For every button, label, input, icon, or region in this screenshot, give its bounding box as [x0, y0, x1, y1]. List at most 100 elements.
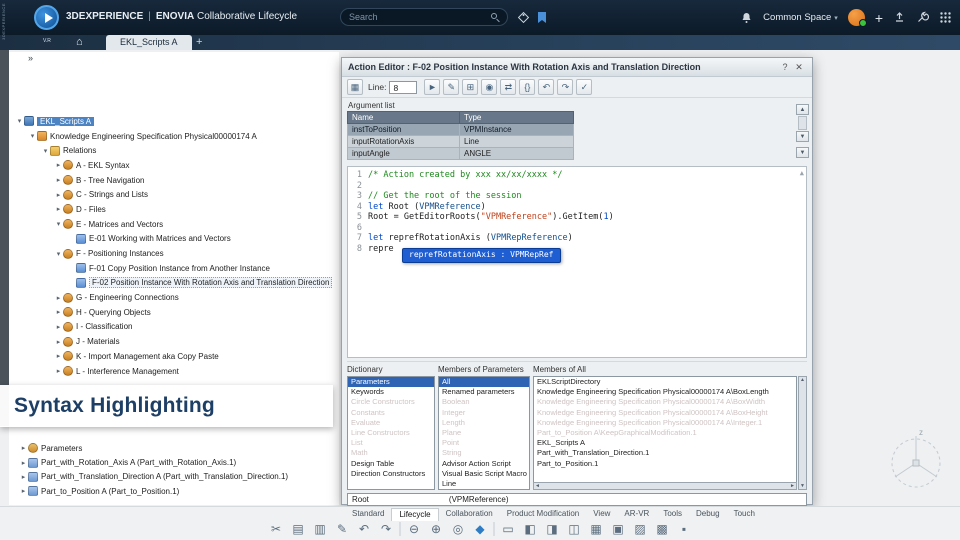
list-item[interactable]: Keywords [348, 387, 434, 397]
list-item[interactable]: All [439, 377, 529, 388]
tree-item[interactable]: ▸ I - Classification [9, 320, 339, 335]
selected-member-field[interactable]: Root (VPMReference) [347, 493, 807, 507]
brush-icon[interactable]: ✎ [334, 521, 351, 538]
list-item[interactable]: Knowledge Engineering Specification Phys… [534, 418, 796, 428]
list-item[interactable]: Line Constructors [348, 428, 434, 438]
left-panel-strip[interactable] [0, 50, 9, 426]
list-item[interactable]: Direction Constructors [348, 469, 434, 479]
code-line[interactable]: 7 let reprefRotationAxis (VPMRepReference… [348, 233, 806, 244]
tree-item[interactable]: ▸ C - Strings and Lists [9, 187, 339, 202]
argument-row[interactable]: inputRotationAxis Line [347, 135, 574, 148]
tree-item[interactable]: ▾ Knowledge Engineering Specification Phy… [9, 129, 339, 144]
list-item[interactable]: Part_with_Translation_Direction.1 [534, 448, 796, 458]
expand-arrow-icon[interactable]: ▸ [54, 323, 63, 331]
search-icon[interactable] [491, 13, 500, 23]
column-header[interactable]: Name [347, 111, 460, 124]
argument-row[interactable]: inputAngle ANGLE [347, 147, 574, 160]
tree-item[interactable]: ▸ G - Engineering Connections [9, 290, 339, 305]
tree-item[interactable]: ▸ Part_with_Rotation_Axis A (Part_with_Ro… [13, 455, 339, 469]
list-item[interactable]: List [348, 438, 434, 448]
braces-icon[interactable]: {} [519, 79, 536, 95]
tree-item[interactable]: ▸ Parameters [13, 441, 339, 455]
undo-icon[interactable]: ↶ [356, 521, 373, 538]
tree-item[interactable]: ▸ H - Querying Objects [9, 305, 339, 320]
space-selector[interactable]: Common Space ▾ [763, 12, 838, 23]
list-item[interactable]: Knowledge Engineering Specification Phys… [534, 408, 796, 418]
expand-arrow-icon[interactable]: ▾ [15, 117, 24, 125]
redo-icon[interactable]: ↷ [378, 521, 395, 538]
expand-arrow-icon[interactable]: ▾ [54, 220, 63, 228]
list-item[interactable]: Constants [348, 408, 434, 418]
search-input[interactable]: Search [340, 8, 508, 26]
tree-item[interactable]: ▸ D - Files [9, 202, 339, 217]
argument-row[interactable]: instToPosition VPMInstance [347, 123, 574, 136]
redo-icon[interactable]: ↷ [557, 79, 574, 95]
code-line[interactable]: 1 /* Action created by xxx xx/xx/xxxx */ [348, 170, 806, 181]
home-icon[interactable]: ⌂ [76, 36, 83, 49]
expand-arrow-icon[interactable]: ▸ [19, 487, 28, 495]
table-icon[interactable]: ▦ [347, 79, 363, 95]
code-line[interactable]: 3 // Get the root of the session [348, 191, 806, 202]
list-item[interactable]: EKL_Scripts A [534, 438, 796, 448]
lock-icon[interactable]: ▪ [676, 521, 693, 538]
code-line[interactable]: 6 [348, 223, 806, 234]
list-item[interactable]: Math [348, 448, 434, 458]
autocomplete-popup[interactable]: reprefRotationAxis : VPMRepRef [402, 248, 561, 263]
expand-arrow-icon[interactable]: ▸ [54, 308, 63, 316]
tree-item[interactable]: ▸ A - EKL Syntax [9, 158, 339, 173]
apps-grid-icon[interactable] [939, 11, 952, 24]
tree-item[interactable]: ▸ L - Interference Management [9, 364, 339, 379]
scroll-up-button[interactable]: ▲ [796, 104, 809, 115]
members-params-list[interactable]: All Renamed parameters Boolean Integer Lengt… [438, 376, 530, 491]
code-line[interactable]: 5 Root = GetEditorRoots("VPMReference").G… [348, 212, 806, 223]
list-item[interactable]: Knowledge Engineering Specification Phys… [534, 397, 796, 407]
expand-arrow-icon[interactable]: ▸ [54, 294, 63, 302]
bookmark-icon[interactable] [537, 11, 547, 24]
list-item[interactable]: Evaluate [348, 418, 434, 428]
expand-arrow-icon[interactable]: ▸ [54, 191, 63, 199]
code-editor[interactable]: 1 /* Action created by xxx xx/xx/xxxx */ 2… [347, 166, 807, 358]
members-all-hscrollbar[interactable]: ◄ ► [533, 482, 797, 491]
scroll-track[interactable] [798, 116, 807, 130]
3d-navigation-compass[interactable]: z [880, 423, 950, 498]
tree-item[interactable]: ▸ K - Import Management aka Copy Paste [9, 349, 339, 364]
list-item[interactable]: Plane [439, 428, 529, 438]
check-icon[interactable]: ✓ [576, 79, 593, 95]
paste-icon[interactable]: ▥ [312, 521, 329, 538]
line-number-input[interactable]: 8 [389, 80, 418, 94]
expand-arrow-icon[interactable]: ▾ [54, 250, 63, 258]
split-view-icon[interactable]: ◧ [522, 521, 539, 538]
list-item[interactable]: Line [439, 479, 529, 489]
list-item[interactable]: Part_to_Position A\KeepGraphicalModifica… [534, 428, 796, 438]
cut-icon[interactable]: ✂ [268, 521, 285, 538]
overlay-view-icon[interactable]: ◫ [566, 521, 583, 538]
list-item[interactable]: Knowledge Engineering Specification Phys… [534, 387, 796, 397]
grid-view-icon[interactable]: ▦ [588, 521, 605, 538]
3ds-compass-logo[interactable] [34, 5, 59, 30]
copy-icon[interactable]: ▤ [290, 521, 307, 538]
undo-icon[interactable]: ↶ [538, 79, 555, 95]
expand-arrow-icon[interactable]: ▸ [54, 161, 63, 169]
tree-item[interactable]: E-01 Working with Matrices and Vectors [9, 232, 339, 247]
list-item[interactable]: String [439, 448, 529, 458]
list-item[interactable]: Renamed parameters [439, 387, 529, 397]
wrench-icon[interactable] [916, 11, 929, 24]
expand-arrow-icon[interactable]: ▸ [19, 459, 28, 467]
tree-item[interactable]: ▸ Part_with_Translation_Direction A (Part… [13, 470, 339, 484]
tree-item[interactable]: ▸ J - Materials [9, 334, 339, 349]
add-content-button[interactable]: + [875, 11, 883, 25]
list-item[interactable]: Boolean [439, 397, 529, 407]
frame-icon[interactable]: ▭ [500, 521, 517, 538]
list-item[interactable]: EKLScriptDirectory [534, 377, 796, 387]
table-view-icon[interactable]: ▣ [610, 521, 627, 538]
tree-item[interactable]: F-01 Copy Position Instance from Another… [9, 261, 339, 276]
expand-arrow-icon[interactable]: ▾ [28, 132, 37, 140]
expand-arrow-icon[interactable]: ▸ [54, 176, 63, 184]
notifications-bell-icon[interactable] [740, 11, 753, 24]
zoom-out-icon[interactable]: ⊖ [406, 521, 423, 538]
edit-icon[interactable]: ✎ [443, 79, 460, 95]
list-item[interactable]: Length [439, 418, 529, 428]
help-button[interactable]: ? [778, 62, 792, 72]
tree-item[interactable]: F-02 Position Instance With Rotation Axi… [9, 276, 339, 291]
expand-arrow-icon[interactable]: ▾ [41, 147, 50, 155]
